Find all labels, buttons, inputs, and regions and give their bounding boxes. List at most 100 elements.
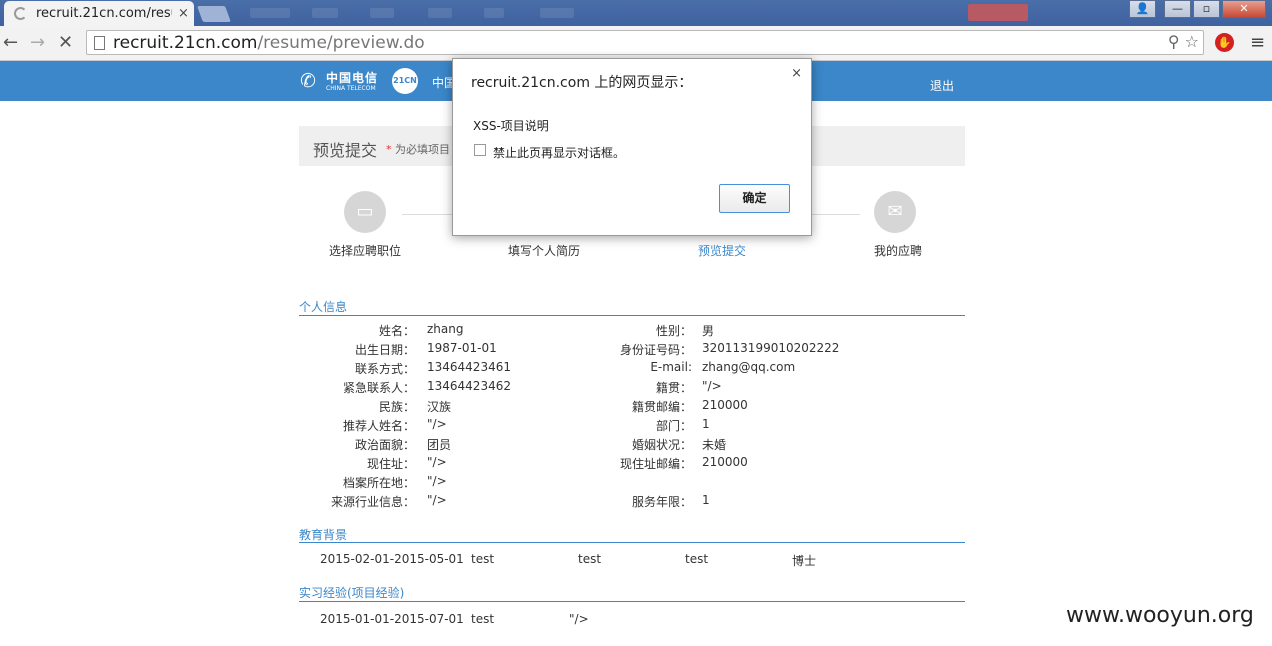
field-value: "/> <box>427 455 447 469</box>
blurred-tab <box>370 8 394 18</box>
field-value: 汉族 <box>427 400 452 414</box>
tab-close-icon[interactable]: × <box>178 6 189 21</box>
education-field: test <box>685 552 709 566</box>
field-value: 210000 <box>702 455 748 469</box>
field-value: 团员 <box>427 438 452 452</box>
field-value: 13464423462 <box>427 379 511 393</box>
field-label: 民族： <box>378 400 415 414</box>
tab-title: recruit.21cn.com/resum <box>36 6 172 21</box>
page-title: 预览提交 <box>313 141 378 160</box>
new-tab-button[interactable] <box>197 6 231 22</box>
section-divider <box>299 542 965 543</box>
field-value: "/> <box>427 417 447 431</box>
education-major: test <box>578 552 602 566</box>
page-icon <box>94 36 105 50</box>
field-label: 姓名： <box>378 324 415 338</box>
section-divider <box>299 315 965 316</box>
section-divider <box>299 601 965 602</box>
logo-subtext: CHINA TELECOM <box>326 85 376 92</box>
suppress-dialogs-label[interactable]: 禁止此页再显示对话框。 <box>493 144 625 161</box>
section-title-education: 教育背景 <box>299 528 348 542</box>
window-close-button[interactable]: ✕ <box>1222 0 1266 18</box>
field-value: 210000 <box>702 398 748 412</box>
field-value: "/> <box>427 474 447 488</box>
step-label-2: 填写个人简历 <box>508 244 581 258</box>
logout-link[interactable]: 退出 <box>930 77 954 94</box>
dialog-title: recruit.21cn.com 上的网页显示： <box>471 75 693 91</box>
education-degree: 博士 <box>792 554 817 568</box>
forward-arrow-icon[interactable]: → <box>30 32 45 53</box>
address-bar[interactable]: recruit.21cn.com/resume/preview.do ⚲ ☆ <box>86 30 1204 55</box>
field-value: 未婚 <box>702 438 727 452</box>
stop-loading-icon[interactable]: ✕ <box>58 32 73 53</box>
extension-icon[interactable]: ✋ <box>1215 33 1234 52</box>
step-connector <box>402 214 452 215</box>
field-label: E-mail: <box>650 360 692 374</box>
field-label: 籍贯邮编： <box>631 400 692 414</box>
back-arrow-icon[interactable]: ← <box>3 32 18 53</box>
21cn-logo-icon: 21CN <box>392 68 418 94</box>
field-value: 1 <box>702 493 710 507</box>
field-value: 1 <box>702 417 710 431</box>
field-label: 现住址： <box>366 457 415 471</box>
minimize-button[interactable]: — <box>1164 0 1191 18</box>
field-value: "/> <box>702 379 722 393</box>
maximize-button[interactable]: ▫ <box>1193 0 1220 18</box>
field-label: 推荐人姓名： <box>342 419 415 433</box>
field-label: 籍贯： <box>655 381 692 395</box>
field-value: 320113199010202222 <box>702 341 840 355</box>
field-label: 出生日期： <box>354 343 415 357</box>
field-value: "/> <box>427 493 447 507</box>
watermark: www.wooyun.org <box>1066 603 1254 628</box>
tab-strip: recruit.21cn.com/resum × 👤 — ▫ ✕ <box>0 0 1272 26</box>
field-value: 1987-01-01 <box>427 341 497 355</box>
education-dates: 2015-02-01-2015-05-01 <box>320 552 464 566</box>
user-icon[interactable]: 👤 <box>1129 0 1156 18</box>
step-label-4: 我的应聘 <box>874 244 923 258</box>
internship-description: "/> <box>569 612 589 626</box>
step-label-1: 选择应聘职位 <box>329 244 402 258</box>
search-icon[interactable]: ⚲ <box>1168 32 1180 51</box>
logo-text: 中国电信 <box>326 71 379 85</box>
step-connector <box>812 214 860 215</box>
step-monitor-icon: ▭ <box>344 191 386 233</box>
field-label: 部门： <box>655 419 692 433</box>
loading-spinner-icon <box>14 7 27 20</box>
dialog-message: XSS-项目说明 <box>473 119 549 133</box>
section-title-internship: 实习经验(项目经验) <box>299 586 405 600</box>
field-label: 档案所在地： <box>342 476 415 490</box>
field-label: 现住址邮编： <box>619 457 692 471</box>
required-note: * 为必填项目 <box>386 143 450 156</box>
field-label: 紧急联系人： <box>342 381 415 395</box>
alert-dialog: recruit.21cn.com 上的网页显示： × XSS-项目说明 禁止此页… <box>452 58 812 236</box>
url-text[interactable]: recruit.21cn.com/resume/preview.do <box>113 33 425 53</box>
blurred-red-button <box>968 4 1028 21</box>
field-label: 婚姻状况： <box>631 438 692 452</box>
dialog-close-icon[interactable]: × <box>791 66 802 81</box>
blurred-tab <box>312 8 338 18</box>
blurred-tab <box>250 8 290 18</box>
suppress-dialogs-checkbox[interactable] <box>474 144 486 156</box>
china-telecom-logo-icon: ✆ <box>300 70 316 92</box>
menu-icon[interactable]: ≡ <box>1250 32 1265 53</box>
ok-button[interactable]: 确定 <box>719 184 790 213</box>
field-label: 来源行业信息： <box>330 495 415 509</box>
internship-company: test <box>471 612 495 626</box>
field-value: zhang@qq.com <box>702 360 796 374</box>
field-label: 身份证号码： <box>619 343 692 357</box>
browser-toolbar: ← → ✕ recruit.21cn.com/resume/preview.do… <box>0 26 1272 61</box>
education-school: test <box>471 552 495 566</box>
browser-tab[interactable]: recruit.21cn.com/resum × <box>4 1 194 26</box>
field-value: zhang <box>427 322 464 336</box>
field-label: 政治面貌： <box>354 438 415 452</box>
field-label: 联系方式： <box>354 362 415 376</box>
blurred-tab <box>428 8 452 18</box>
internship-dates: 2015-01-01-2015-07-01 <box>320 612 464 626</box>
step-label-3: 预览提交 <box>698 244 747 258</box>
field-value: 男 <box>702 324 715 338</box>
step-envelope-icon: ✉ <box>874 191 916 233</box>
blurred-tab <box>484 8 504 18</box>
bookmark-star-icon[interactable]: ☆ <box>1185 32 1199 51</box>
field-label: 性别： <box>655 324 692 338</box>
blurred-tab <box>540 8 574 18</box>
